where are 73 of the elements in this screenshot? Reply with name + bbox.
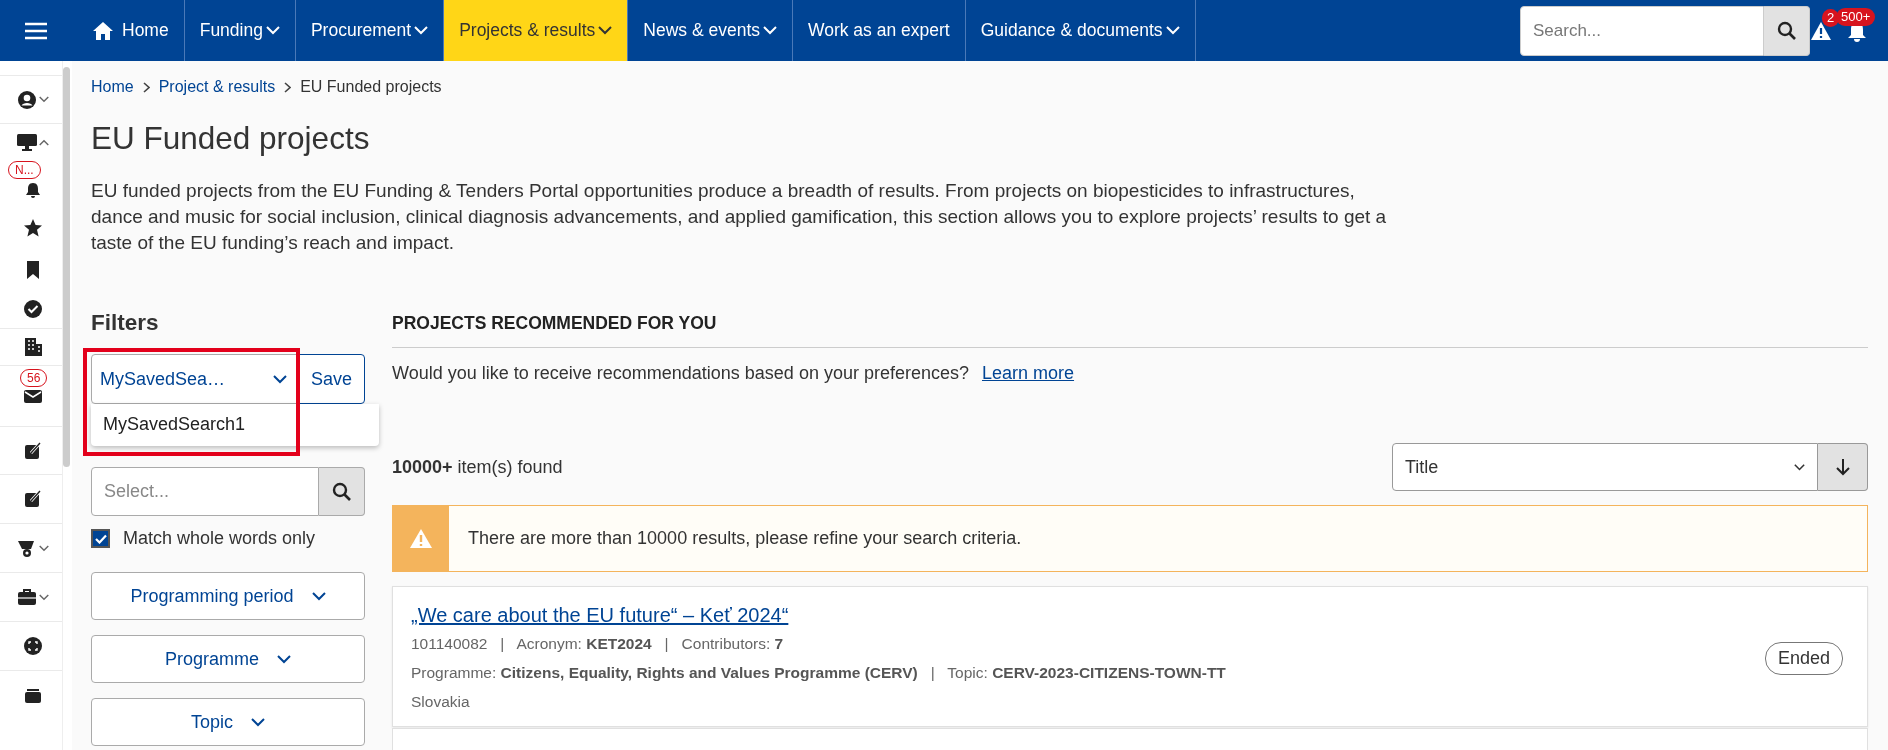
nav-tab[interactable]: Projects & results [444, 0, 629, 61]
sort-dropdown[interactable]: Title [1392, 443, 1818, 491]
warning-icon [409, 528, 433, 549]
save-button[interactable]: Save [298, 354, 365, 404]
sidebar-item[interactable]: N... [0, 160, 62, 206]
breadcrumb-current: EU Funded projects [300, 78, 442, 96]
learn-more-link[interactable]: Learn more [982, 363, 1075, 384]
quick-search-field[interactable]: Select... [91, 467, 319, 516]
chevron-down-icon [273, 374, 287, 384]
search-icon [331, 481, 352, 502]
nav-tab[interactable]: News & events [628, 0, 793, 61]
notification-count-badge: 500+ [1836, 7, 1876, 26]
chevron-down-icon [1165, 26, 1180, 35]
sort-direction-button[interactable] [1818, 443, 1868, 491]
chevron-down-icon [311, 591, 326, 601]
star-icon [23, 218, 43, 238]
nav-tab[interactable]: Home [72, 0, 185, 61]
warning-icon[interactable] [1810, 20, 1832, 41]
home-icon [92, 20, 114, 41]
count-badge: N... [8, 161, 41, 179]
sidebar-item[interactable]: 56 [0, 365, 62, 426]
chevron-right-icon [142, 81, 150, 93]
menu-icon [25, 21, 47, 40]
briefcase-icon [17, 587, 37, 607]
user-icon [17, 89, 37, 110]
recommendation-question: Would you like to receive recommendations based on your preferences? [392, 363, 969, 384]
chevron-right-icon [284, 81, 292, 93]
chevron-down-icon [251, 717, 265, 727]
edit-icon [23, 440, 43, 461]
search-icon [1776, 20, 1797, 41]
filters-heading: Filters [91, 309, 160, 337]
scrollbar[interactable] [63, 67, 70, 467]
check-circle-icon [23, 299, 43, 319]
project-meta: 101140082 | Acronym: KET2024 | Contributors: 7 [411, 634, 785, 654]
search-button[interactable] [319, 467, 365, 516]
alert-count-badge: 2 [1822, 8, 1840, 27]
chevron-down-icon [598, 26, 613, 35]
section-heading: PROJECTS RECOMMENDED FOR YOU [392, 309, 1868, 348]
project-programme: Programme: Citizens, Equality, Rights and Values Programme (CERV) | Topic: CERV-2023-CITIZENS-TOWN-TT [411, 663, 1226, 683]
arrow-down-icon [1835, 458, 1850, 476]
chevron-down-icon [1794, 463, 1805, 471]
results-count: 10000+ item(s) found [392, 456, 563, 478]
edit-icon [23, 489, 43, 509]
target-icon [23, 636, 43, 656]
breadcrumb-link[interactable]: Project & results [158, 78, 276, 96]
warning-message: There are more than 10000 results, please refine your search criteria. [467, 527, 1022, 550]
filter-dropdown[interactable]: Programming period [91, 572, 365, 620]
breadcrumb-link[interactable]: Home [91, 78, 134, 96]
nav-tab[interactable]: Funding [184, 0, 296, 61]
project-title-link[interactable]: „We care about the EU future“ – Keť 2024“ [411, 604, 789, 626]
nav-tab[interactable]: Work as an expert [793, 0, 966, 61]
building-icon [23, 337, 43, 357]
saved-search-dropdown[interactable]: MySavedSea… [91, 354, 298, 404]
chevron-down-icon [265, 26, 280, 35]
chevron-down-icon [277, 654, 291, 664]
intro-paragraph: EU funded projects from the EU Funding & Tenders Portal opportunities produce a breadth of results. From projects on biopesticides to infrastructures, dance and music for social inclusion, clinical diagnosis advancements, and applied gamification, this section allows you to explore projects’ results to get a taste of the EU funding’s reach and impact. [91, 179, 1388, 255]
page-title: EU Funded projects [91, 119, 371, 157]
dropdown-option[interactable]: MySavedSearch1 [103, 414, 246, 434]
filter-dropdown[interactable]: Programme [91, 635, 365, 683]
checkmark-icon [94, 533, 107, 544]
nav-tab[interactable]: Guidance & documents [965, 0, 1196, 61]
chevron-down-icon [763, 26, 777, 35]
project-country: Slovakia [411, 692, 471, 712]
checkbox-label: Match whole words only [123, 528, 316, 549]
search-field[interactable]: Search... [1520, 5, 1764, 56]
chevron-down-icon [414, 26, 429, 35]
search-button[interactable] [1764, 5, 1810, 56]
monitor-icon [17, 132, 37, 152]
bell-icon [23, 180, 43, 200]
checkbox[interactable] [91, 529, 110, 548]
filter-dropdown[interactable]: Topic [91, 698, 365, 746]
count-badge: 56 [20, 369, 48, 387]
status-badge: Ended [1764, 642, 1843, 675]
